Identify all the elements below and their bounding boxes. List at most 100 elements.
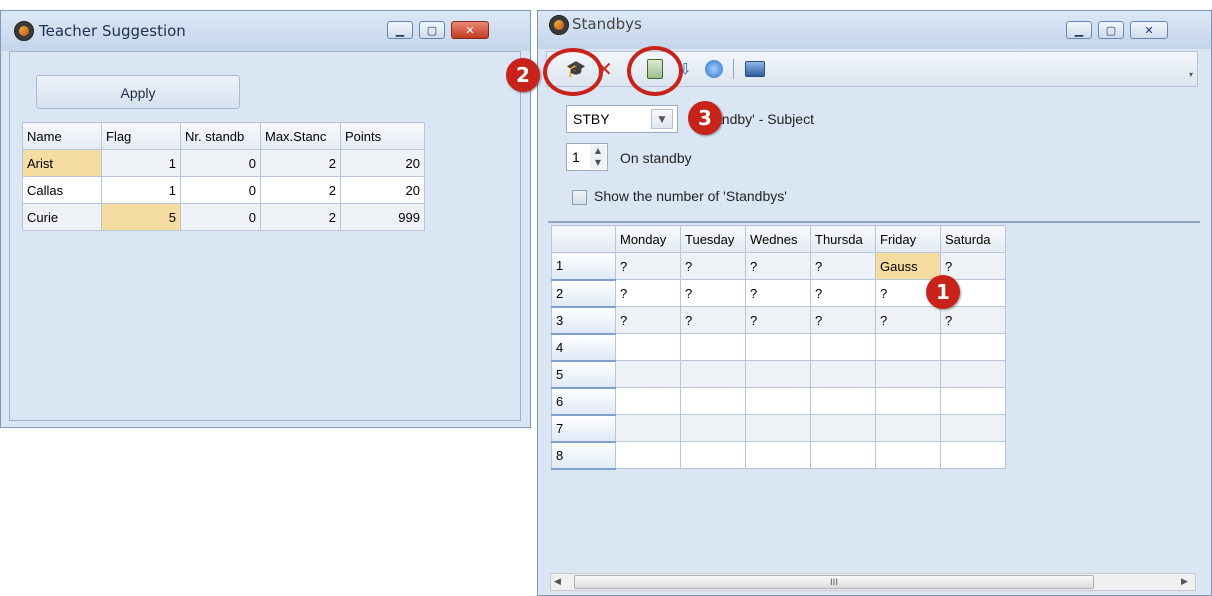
schedule-cell[interactable] [680,441,746,469]
schedule-cell[interactable] [940,387,1006,415]
schedule-cell[interactable]: ? [875,306,941,334]
column-header-tuesday[interactable]: Tuesday [680,225,746,253]
schedule-cell[interactable]: ? [745,279,811,307]
table-row[interactable]: 7 [551,414,1006,443]
schedule-cell[interactable]: ? [745,252,811,280]
schedule-cell[interactable] [875,414,941,442]
table-row[interactable]: 6 [551,387,1006,416]
teacher-window-titlebar[interactable]: Teacher Suggestion ▁ ▢ ✕ [1,11,530,51]
nr-standby-cell[interactable]: 0 [180,149,261,177]
refresh-icon[interactable] [705,60,723,78]
table-row[interactable]: Callas 1 0 2 20 [22,176,425,204]
schedule-cell[interactable] [680,360,746,388]
row-header[interactable]: 8 [551,441,616,470]
table-row[interactable]: 4 [551,333,1006,362]
schedule-cell[interactable]: ? [745,306,811,334]
name-cell[interactable]: Callas [22,176,102,204]
stepper-down-icon[interactable]: ▼ [590,157,606,169]
column-header-saturday[interactable]: Saturda [940,225,1006,253]
column-header-wednesday[interactable]: Wednes [745,225,811,253]
table-row[interactable]: Arist 1 0 2 20 [22,149,425,177]
subject-dropdown[interactable]: STBY ▼ [566,105,678,133]
schedule-cell[interactable]: ? [680,279,746,307]
column-header-friday[interactable]: Friday [875,225,941,253]
row-header[interactable]: 2 [551,279,616,308]
standbys-window-titlebar[interactable]: Standbys ▁ ▢ ✕ [538,11,1211,49]
schedule-cell[interactable]: ? [940,252,1006,280]
column-header-thursday[interactable]: Thursda [810,225,876,253]
max-standby-cell[interactable]: 2 [260,203,341,231]
minimize-button[interactable]: ▁ [1066,21,1092,39]
row-header[interactable]: 4 [551,333,616,362]
schedule-cell[interactable] [875,441,941,469]
table-row[interactable]: Curie 5 0 2 999 [22,203,425,231]
schedule-cell[interactable] [810,333,876,361]
max-standby-cell[interactable]: 2 [260,176,341,204]
schedule-cell[interactable] [615,441,681,469]
schedule-cell[interactable] [615,360,681,388]
schedule-cell[interactable]: ? [615,279,681,307]
close-button[interactable]: ✕ [1130,21,1168,39]
minimize-button[interactable]: ▁ [387,21,413,39]
name-cell[interactable]: Arist [22,149,102,177]
row-header[interactable]: 5 [551,360,616,389]
column-header[interactable]: Points [340,122,425,150]
schedule-cell[interactable] [615,414,681,442]
table-row[interactable]: 8 [551,441,1006,470]
schedule-cell[interactable] [940,414,1006,442]
flag-cell[interactable]: 1 [101,176,181,204]
schedule-cell[interactable] [940,441,1006,469]
schedule-cell[interactable] [745,333,811,361]
chevron-down-icon[interactable]: ▼ [651,109,673,129]
schedule-cell[interactable] [810,360,876,388]
stepper-up-icon[interactable]: ▲ [590,145,606,157]
schedule-cell[interactable] [745,387,811,415]
show-number-checkbox[interactable] [572,190,587,205]
column-header[interactable]: Flag [101,122,181,150]
schedule-cell[interactable]: ? [615,306,681,334]
row-header[interactable]: 6 [551,387,616,416]
schedule-cell[interactable] [745,360,811,388]
schedule-cell[interactable] [745,414,811,442]
schedule-cell[interactable] [615,333,681,361]
schedule-cell[interactable] [875,360,941,388]
schedule-cell[interactable] [615,387,681,415]
scroll-thumb[interactable]: III [574,575,1094,589]
schedule-cell[interactable]: ? [810,252,876,280]
schedule-cell[interactable] [680,414,746,442]
schedule-cell[interactable] [875,333,941,361]
schedule-cell[interactable] [875,387,941,415]
toolbar-overflow-icon[interactable]: ▾ [1189,70,1193,79]
column-header[interactable]: Nr. standb [180,122,261,150]
schedule-cell[interactable] [680,387,746,415]
schedule-cell[interactable] [680,333,746,361]
column-header-monday[interactable]: Monday [615,225,681,253]
nr-standby-cell[interactable]: 0 [180,203,261,231]
horizontal-scrollbar[interactable]: ◀ III ▶ [550,573,1196,591]
camera-icon[interactable] [745,61,765,77]
name-cell[interactable]: Curie [22,203,102,231]
points-cell[interactable]: 20 [340,176,425,204]
column-header[interactable]: Name [22,122,102,150]
points-cell[interactable]: 20 [340,149,425,177]
apply-button[interactable]: Apply [36,75,240,109]
schedule-cell[interactable]: Gauss [875,252,941,280]
schedule-cell[interactable] [940,360,1006,388]
scroll-right-icon[interactable]: ▶ [1181,574,1188,590]
flag-cell[interactable]: 1 [101,149,181,177]
schedule-cell[interactable]: ? [680,306,746,334]
points-cell[interactable]: 999 [340,203,425,231]
scroll-left-icon[interactable]: ◀ [554,574,561,590]
flag-cell[interactable]: 5 [101,203,181,231]
schedule-cell[interactable] [940,333,1006,361]
schedule-cell[interactable] [745,441,811,469]
schedule-cell[interactable] [810,414,876,442]
close-button[interactable]: ✕ [451,21,489,39]
schedule-cell[interactable] [810,387,876,415]
column-header[interactable]: Max.Stanc [260,122,341,150]
max-standby-cell[interactable]: 2 [260,149,341,177]
row-header[interactable]: 7 [551,414,616,443]
schedule-cell[interactable] [810,441,876,469]
schedule-cell[interactable]: ? [615,252,681,280]
maximize-button[interactable]: ▢ [1098,21,1124,39]
